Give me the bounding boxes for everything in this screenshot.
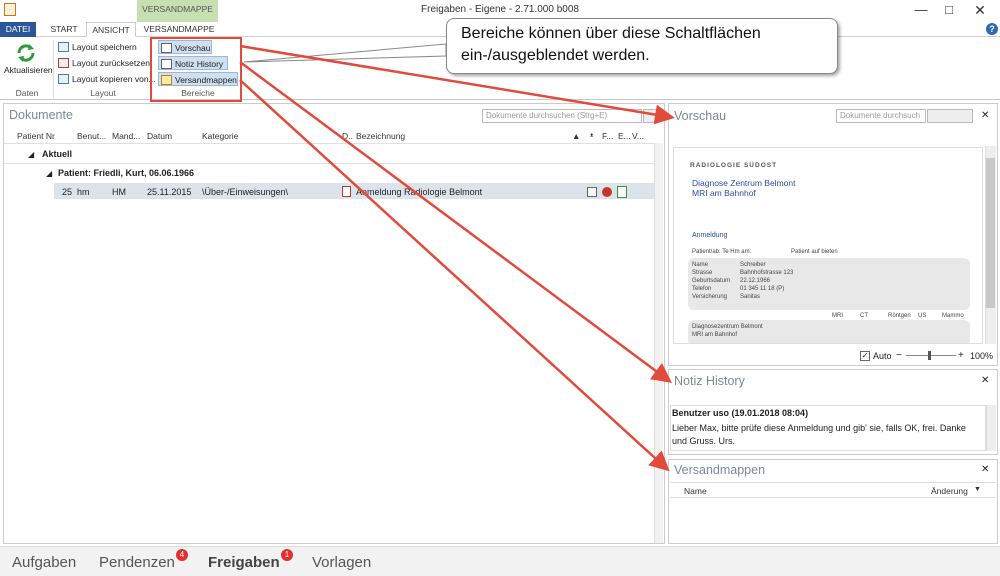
annotation-arrows [239, 43, 675, 472]
arrow-notiz [239, 60, 673, 383]
arrow-versand [239, 79, 670, 472]
arrow-vorschau [239, 44, 675, 125]
